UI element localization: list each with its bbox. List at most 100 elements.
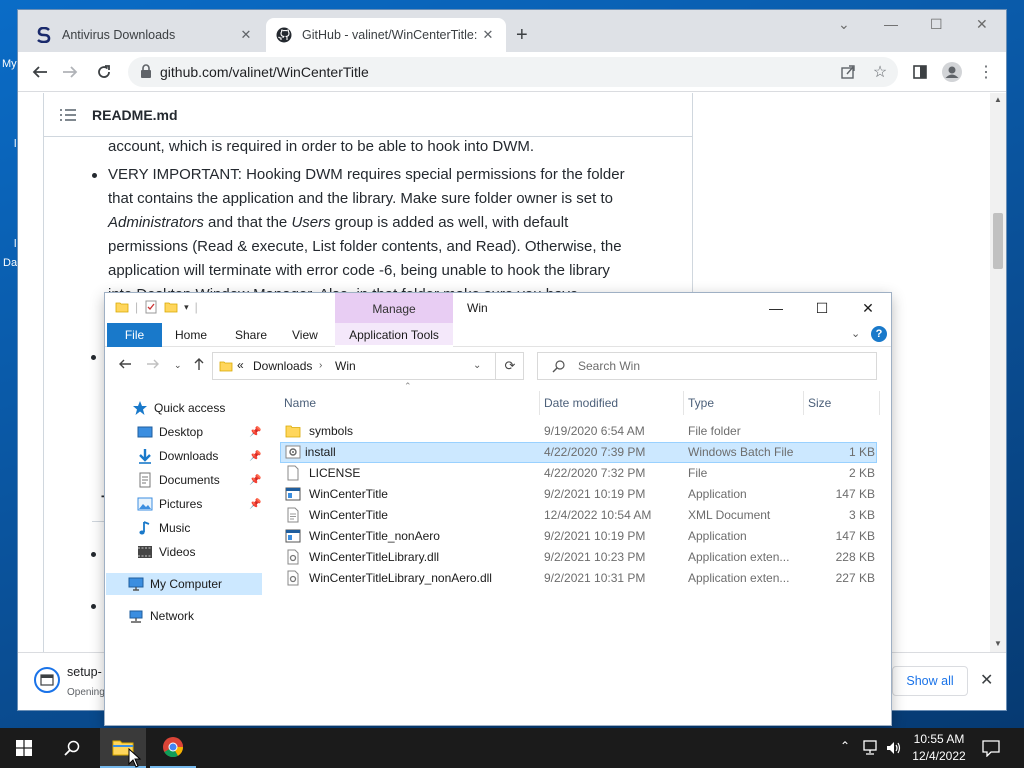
breadcrumb-win[interactable]: Win <box>335 359 356 373</box>
desktop-icon-label[interactable]: Da <box>3 257 17 269</box>
breadcrumb-separator-icon[interactable]: › <box>319 360 322 371</box>
breadcrumb-overflow[interactable]: « <box>237 358 244 372</box>
minimize-button[interactable]: — <box>753 297 799 319</box>
close-icon[interactable]: ✕ <box>238 27 254 43</box>
recent-locations-icon[interactable]: ⌄ <box>174 360 182 371</box>
readme-line: application will terminate with error co… <box>108 262 610 279</box>
nav-pictures[interactable]: Pictures 📌 <box>105 493 265 515</box>
show-hidden-icons-icon[interactable]: ⌃ <box>840 739 850 753</box>
outline-list-icon[interactable] <box>60 108 76 121</box>
download-arrow-icon <box>139 449 151 464</box>
close-window-button[interactable]: ✕ <box>976 16 988 33</box>
network-icon[interactable] <box>862 740 880 756</box>
scroll-down-icon[interactable]: ▼ <box>994 639 1002 648</box>
bullet-dot <box>91 355 96 360</box>
tab-application-tools[interactable]: Application Tools <box>335 323 453 347</box>
desktop-icon-label[interactable]: l <box>14 138 16 150</box>
file-row[interactable]: symbols 9/19/2020 6:54 AM File folder <box>280 421 877 442</box>
menu-kebab-icon[interactable]: ⋮ <box>974 60 998 84</box>
nav-downloads[interactable]: Downloads 📌 <box>105 445 265 467</box>
tab-search-icon[interactable]: ⌄ <box>838 16 850 33</box>
volume-icon[interactable] <box>886 740 902 756</box>
file-size: 228 KB <box>835 550 875 564</box>
nav-music[interactable]: Music <box>105 517 265 539</box>
tab-file[interactable]: File <box>107 323 162 347</box>
address-dropdown-icon[interactable]: ⌄ <box>473 360 481 371</box>
nav-documents[interactable]: Documents 📌 <box>105 469 265 491</box>
reload-icon[interactable] <box>92 60 116 84</box>
close-window-button[interactable]: ✕ <box>845 297 891 319</box>
taskbar-chrome[interactable] <box>150 728 196 768</box>
file-row[interactable]: install 4/22/2020 7:39 PM Windows Batch … <box>280 442 877 463</box>
search-input[interactable]: Search Win <box>537 352 877 380</box>
file-row[interactable]: WinCenterTitle 9/2/2021 10:19 PM Applica… <box>280 484 877 505</box>
clock-time: 10:55 AM <box>913 732 965 746</box>
manage-context-tab[interactable]: Manage <box>335 293 453 323</box>
column-header-name[interactable]: Name <box>280 391 540 415</box>
nav-videos[interactable]: Videos <box>105 541 265 563</box>
desktop-icon-label[interactable]: My <box>2 58 17 70</box>
forward-arrow-icon[interactable] <box>146 357 160 374</box>
back-arrow-icon[interactable] <box>28 60 52 84</box>
start-button[interactable] <box>0 728 48 768</box>
bookmark-star-icon[interactable]: ☆ <box>868 60 892 84</box>
breadcrumb-downloads[interactable]: Downloads <box>253 359 312 373</box>
folder-icon[interactable] <box>115 300 129 314</box>
file-row[interactable]: LICENSE 4/22/2020 7:32 PM File 2 KB <box>280 463 877 484</box>
search-button[interactable] <box>50 728 94 768</box>
file-row[interactable]: WinCenterTitle 12/4/2022 10:54 AM XML Do… <box>280 505 877 526</box>
file-row[interactable]: WinCenterTitle_nonAero 9/2/2021 10:19 PM… <box>280 526 877 547</box>
column-header-type[interactable]: Type <box>684 391 804 415</box>
close-download-bar-icon[interactable]: ✕ <box>980 670 993 690</box>
readme-text-run: group is added as well, with default <box>330 214 569 231</box>
share-icon[interactable] <box>836 60 860 84</box>
new-tab-button[interactable]: + <box>516 24 528 46</box>
customize-toolbar-icon[interactable]: ▾ <box>184 302 189 313</box>
maximize-button[interactable]: ☐ <box>799 297 845 319</box>
lock-icon <box>141 64 151 78</box>
system-clock[interactable]: 10:55 AM 12/4/2022 <box>908 731 970 765</box>
notification-center-icon[interactable] <box>982 739 1000 757</box>
new-folder-icon[interactable] <box>164 300 178 314</box>
page-scrollbar[interactable]: ▲ ▼ <box>990 93 1006 653</box>
scrollbar-thumb[interactable] <box>993 213 1003 269</box>
tab-home[interactable]: Home <box>167 323 215 347</box>
download-progress-icon[interactable] <box>34 667 60 693</box>
refresh-icon[interactable]: ⟳ <box>495 352 524 380</box>
minimize-button[interactable]: — <box>884 16 898 32</box>
column-header-date[interactable]: Date modified <box>540 391 684 415</box>
show-all-button[interactable]: Show all <box>892 666 968 696</box>
properties-icon[interactable] <box>144 300 158 314</box>
folder-icon <box>219 361 233 372</box>
chevron-down-icon[interactable]: ⌄ <box>851 327 860 340</box>
tab-antivirus-downloads[interactable]: Antivirus Downloads ✕ <box>26 18 264 52</box>
up-arrow-icon[interactable] <box>192 357 206 374</box>
file-date: 9/2/2021 10:31 PM <box>544 571 646 585</box>
back-arrow-icon[interactable] <box>118 357 132 374</box>
close-icon[interactable]: ✕ <box>480 27 496 43</box>
nav-label: My Computer <box>150 577 223 591</box>
desktop-icon-label[interactable]: l <box>14 238 16 250</box>
nav-my-computer[interactable]: My Computer <box>106 573 262 595</box>
nav-label: Videos <box>159 545 196 559</box>
tab-share[interactable]: Share <box>227 323 275 347</box>
nav-desktop[interactable]: Desktop 📌 <box>105 421 265 443</box>
nav-quick-access[interactable]: Quick access <box>105 397 265 419</box>
forward-arrow-icon[interactable] <box>58 60 82 84</box>
nav-label: Network <box>150 609 195 623</box>
file-row[interactable]: WinCenterTitleLibrary_nonAero.dll 9/2/20… <box>280 568 877 589</box>
address-bar[interactable]: « Downloads › Win ⌄ <box>212 352 524 380</box>
tab-view[interactable]: View <box>284 323 326 347</box>
file-type: Application exten... <box>688 550 790 564</box>
address-bar[interactable]: github.com/valinet/WinCenterTitle <box>128 57 898 87</box>
scroll-up-icon[interactable]: ▲ <box>994 95 1002 104</box>
file-row[interactable]: WinCenterTitleLibrary.dll 9/2/2021 10:23… <box>280 547 877 568</box>
maximize-button[interactable]: ☐ <box>930 16 943 33</box>
side-panel-icon[interactable] <box>908 60 932 84</box>
column-header-size[interactable]: Size <box>804 391 880 415</box>
download-filename[interactable]: setup- <box>67 665 102 679</box>
help-icon[interactable]: ? <box>871 326 887 342</box>
nav-network[interactable]: Network <box>105 605 265 627</box>
profile-avatar-icon[interactable] <box>940 60 964 84</box>
tab-github[interactable]: GitHub - valinet/WinCenterTitle: ✕ <box>266 18 506 52</box>
